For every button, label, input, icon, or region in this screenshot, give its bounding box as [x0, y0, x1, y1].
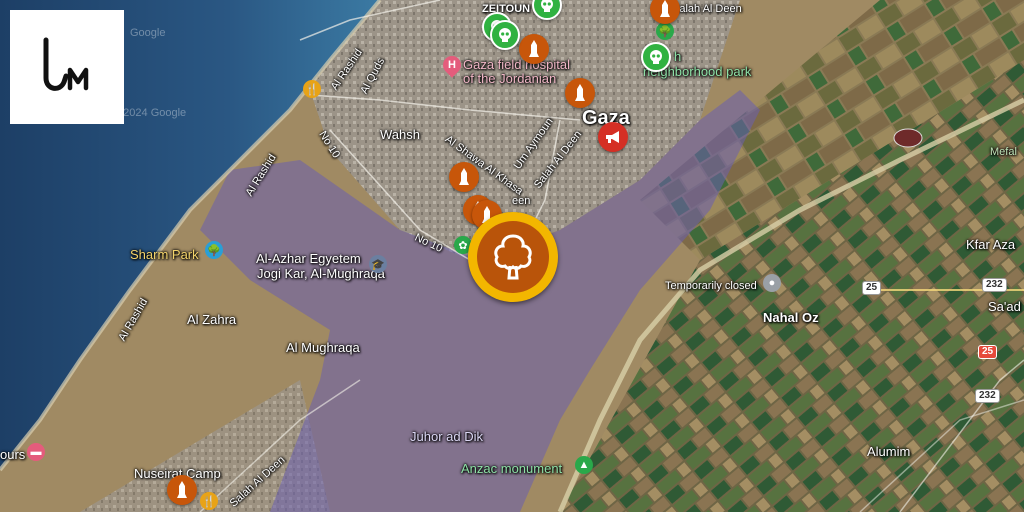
generic-pin-icon[interactable]: ●: [763, 274, 781, 292]
missile-marker-2[interactable]: [519, 34, 549, 64]
poi-label-university-1[interactable]: Al-Azhar Egyetem: [256, 252, 361, 265]
restaurant-pin-icon-2[interactable]: 🍴: [200, 492, 218, 510]
place-label-alumim[interactable]: Alumim: [867, 445, 910, 458]
street-label-een: een: [512, 195, 531, 207]
monument-pin-icon[interactable]: ▲: [575, 456, 593, 474]
road-badge-25-red: 25: [978, 345, 998, 359]
place-label-al-mughraqa[interactable]: Al Mughraqa: [286, 341, 360, 354]
google-watermark: Google: [130, 27, 166, 39]
street-label-salah-al-deen-north: Salah Al Deen: [672, 3, 742, 15]
place-label-ours[interactable]: ours: [0, 448, 25, 461]
um-logo-icon: [43, 37, 89, 91]
place-label-mefal[interactable]: Mefal: [990, 147, 1017, 158]
brand-logo: [10, 10, 124, 124]
poi-label-temp-closed[interactable]: Temporarily closed: [665, 281, 757, 292]
poi-label-hospital-1[interactable]: Gaza field hospital: [463, 58, 570, 71]
poi-label-hospital-2[interactable]: of the Jordanian: [463, 72, 556, 85]
poi-label-sharm-park[interactable]: Sharm Park: [130, 248, 199, 261]
main-explosion-marker[interactable]: [468, 212, 558, 302]
poi-label-university-2[interactable]: Jogi Kar, Al-Mughraqa: [257, 267, 385, 280]
restaurant-pin-icon[interactable]: 🍴: [303, 80, 321, 98]
poi-label-anzac-monument[interactable]: Anzac monument: [461, 462, 562, 475]
place-label-al-zahra[interactable]: Al Zahra: [187, 313, 236, 326]
road-badge-232-b: 232: [975, 389, 1000, 403]
place-label-saad[interactable]: Sa'ad: [988, 300, 1021, 313]
road-badge-232: 232: [982, 278, 1007, 292]
park-pin-icon[interactable]: 🌳: [205, 241, 223, 259]
missile-marker-7[interactable]: [167, 475, 197, 505]
place-label-wahsh[interactable]: Wahsh: [380, 128, 420, 141]
megaphone-marker[interactable]: [598, 122, 628, 152]
tree-icon: [477, 221, 549, 293]
missile-marker-4[interactable]: [449, 162, 479, 192]
place-label-kfar-aza[interactable]: Kfar Aza: [966, 238, 1015, 251]
hotel-pin-icon[interactable]: ▬: [27, 443, 45, 461]
university-pin-icon[interactable]: 🎓: [369, 255, 387, 273]
skull-marker-4[interactable]: [641, 42, 671, 72]
road-badge-25: 25: [862, 281, 882, 295]
park-pin-icon-2[interactable]: 🌳: [656, 22, 674, 40]
missile-marker-3[interactable]: [565, 78, 595, 108]
place-label-juhor-ad-dik[interactable]: Juhor ad Dik: [410, 430, 483, 443]
poi-label-neighborhood-park-prefix[interactable]: h: [674, 50, 681, 63]
skull-marker-2[interactable]: [490, 20, 520, 50]
place-label-nahal-oz[interactable]: Nahal Oz: [763, 311, 819, 324]
